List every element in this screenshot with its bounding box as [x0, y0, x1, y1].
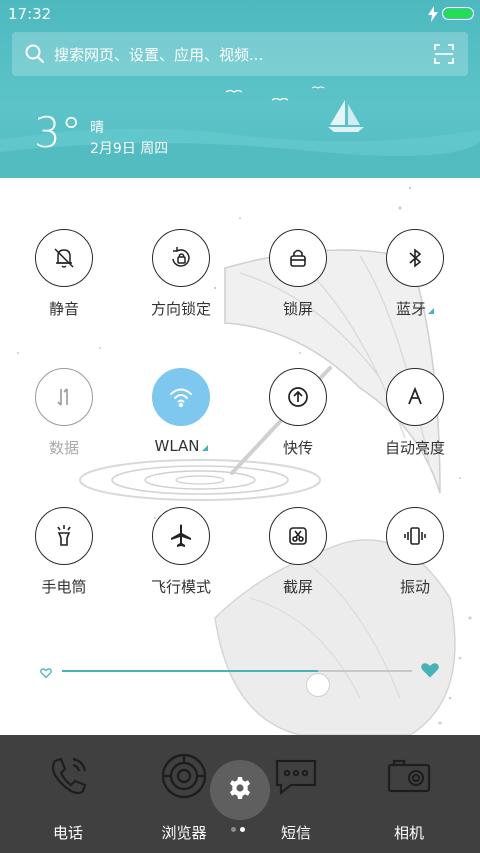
- search-placeholder: 搜索网页、设置、应用、视频...: [54, 46, 264, 64]
- toggle-bluetooth[interactable]: 蓝牙: [365, 229, 465, 329]
- weather-date: 2月9日 周四: [90, 141, 169, 157]
- brightness-slider[interactable]: [36, 656, 446, 697]
- heart-large-icon: [420, 660, 440, 684]
- scan-icon[interactable]: [434, 44, 454, 68]
- dock-item-label: 相机: [393, 824, 424, 842]
- page-dot: [231, 827, 236, 832]
- battery-icon: [442, 7, 474, 20]
- toggle-label: 静音: [48, 300, 79, 318]
- search-icon: [24, 43, 46, 69]
- toggle-label: 方向锁定: [150, 300, 211, 318]
- dock-item-label: 浏览器: [161, 824, 207, 842]
- gear-icon: [228, 776, 252, 804]
- toggle-rotation-lock[interactable]: 方向锁定: [131, 229, 231, 329]
- toggle-lock-screen[interactable]: 锁屏: [248, 229, 348, 329]
- toggle-mute[interactable]: 静音: [14, 229, 114, 329]
- mobile-data-icon: [35, 368, 93, 426]
- toggle-mobile-data[interactable]: 数据: [14, 368, 114, 468]
- dock: 电话 浏览器 短信 相机: [0, 735, 480, 853]
- phone-icon: [43, 751, 93, 801]
- toggle-flashlight[interactable]: 手电筒: [14, 507, 114, 607]
- message-icon: [271, 751, 321, 801]
- search-bar[interactable]: 搜索网页、设置、应用、视频...: [12, 32, 468, 76]
- dock-item-camera[interactable]: 相机: [359, 735, 459, 853]
- notification-header: 17:32 搜索网页、设置、应用、视频... 3° 晴 2月9日 周四: [0, 0, 480, 178]
- toggle-wlan[interactable]: WLAN: [131, 368, 231, 468]
- browser-icon: [159, 751, 209, 801]
- vibrate-icon: [386, 507, 444, 565]
- toggle-vibrate[interactable]: 振动: [365, 507, 465, 607]
- toggle-label: 数据: [48, 439, 79, 457]
- toggle-auto-brightness[interactable]: 自动亮度: [365, 368, 465, 468]
- quick-transfer-icon: [269, 368, 327, 426]
- lock-icon: [269, 229, 327, 287]
- toggle-label: 截屏: [282, 578, 313, 596]
- dock-item-label: 电话: [52, 824, 83, 842]
- toggle-label: 自动亮度: [384, 439, 445, 457]
- brightness-track[interactable]: [62, 670, 412, 697]
- page-indicator: [231, 827, 251, 833]
- airplane-icon: [152, 507, 210, 565]
- brightness-fill: [62, 670, 318, 672]
- toggle-label: 锁屏: [282, 300, 313, 318]
- auto-brightness-icon: [386, 368, 444, 426]
- camera-icon: [384, 751, 434, 801]
- heart-small-icon: [40, 664, 52, 683]
- dock-item-phone[interactable]: 电话: [18, 735, 118, 853]
- dock-item-label: 短信: [280, 824, 311, 842]
- toggle-screenshot[interactable]: 截屏: [248, 507, 348, 607]
- rotation-lock-icon: [152, 229, 210, 287]
- toggle-quick-transfer[interactable]: 快传: [248, 368, 348, 468]
- status-bar: 17:32: [0, 0, 480, 28]
- weather-condition: 晴: [90, 120, 104, 136]
- toggle-label: 振动: [399, 578, 430, 596]
- brightness-thumb[interactable]: [305, 673, 330, 697]
- more-indicator-icon: [201, 445, 208, 451]
- weather-temperature: 3°: [34, 108, 82, 157]
- wifi-icon: [152, 368, 210, 426]
- bell-off-icon: [35, 229, 93, 287]
- status-time: 17:32: [8, 5, 52, 23]
- screenshot-icon: [269, 507, 327, 565]
- page-dot: [240, 827, 245, 832]
- more-indicator-icon: [428, 308, 434, 314]
- flashlight-icon: [35, 507, 93, 565]
- quick-settings-panel: 静音 方向锁定 锁屏 蓝牙 数据 WLAN 快传 自动亮度 手电筒 飞行模式 截…: [0, 178, 480, 735]
- toggle-airplane-mode[interactable]: 飞行模式: [131, 507, 231, 607]
- toggle-label: 手电筒: [41, 578, 87, 596]
- settings-button[interactable]: [210, 760, 270, 820]
- toggle-label: 飞行模式: [150, 578, 211, 596]
- toggle-label: WLAN: [131, 437, 231, 455]
- toggle-label: 蓝牙: [365, 298, 465, 319]
- bluetooth-icon: [386, 229, 444, 287]
- charging-icon: [428, 6, 438, 26]
- toggle-label: 快传: [282, 439, 313, 457]
